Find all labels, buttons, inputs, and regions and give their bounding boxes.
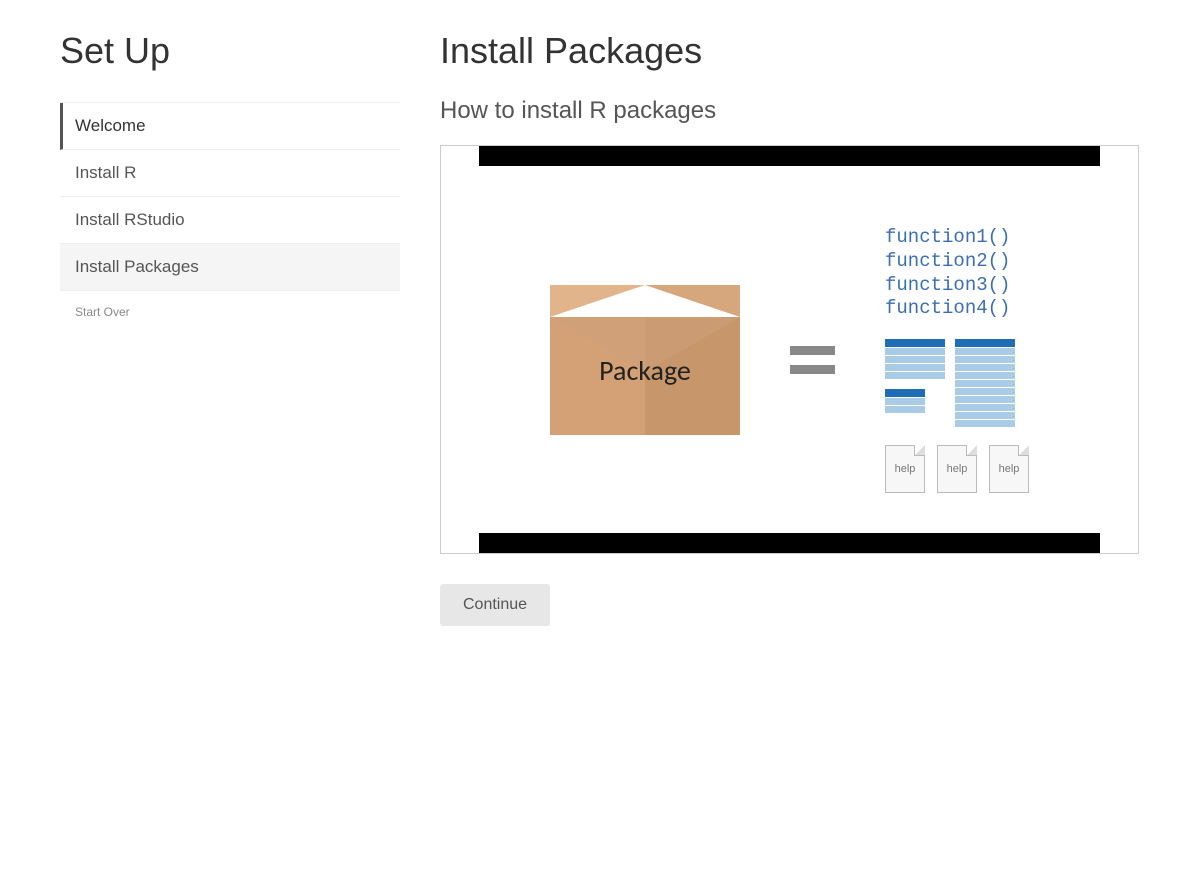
package-box-illustration: Package [550, 285, 740, 435]
mini-table-icon [955, 339, 1015, 427]
help-file-icon: help [937, 445, 977, 493]
mini-table-icon [885, 339, 945, 379]
function-item: function1() [885, 226, 1010, 250]
function-list: function1() function2() function3() func… [885, 226, 1010, 321]
data-tables-illustration [885, 339, 1015, 427]
help-file-icon: help [885, 445, 925, 493]
sidebar: Set Up Welcome Install R Install RStudio… [60, 30, 400, 626]
main-content: Install Packages How to install R packag… [440, 30, 1139, 626]
video-frame[interactable]: Package function1() function2() function… [440, 145, 1139, 554]
page-subtitle: How to install R packages [440, 97, 1139, 125]
page-title: Install Packages [440, 30, 1139, 72]
help-files-illustration: help help help [885, 445, 1029, 493]
sidebar-title: Set Up [60, 30, 400, 72]
video-slide: Package function1() function2() function… [479, 146, 1100, 553]
nav-list: Welcome Install R Install RStudio Instal… [60, 102, 400, 291]
continue-button[interactable]: Continue [440, 584, 550, 626]
help-file-icon: help [989, 445, 1029, 493]
equals-icon [790, 346, 835, 374]
package-box-label: Package [550, 353, 740, 388]
video-letterbox-top [479, 146, 1100, 166]
mini-table-icon [885, 389, 925, 413]
function-item: function2() [885, 250, 1010, 274]
nav-item-install-r[interactable]: Install R [60, 150, 400, 197]
video-letterbox-bottom [479, 533, 1100, 553]
function-item: function4() [885, 297, 1010, 321]
nav-item-welcome[interactable]: Welcome [60, 103, 400, 150]
function-item: function3() [885, 274, 1010, 298]
nav-item-install-packages[interactable]: Install Packages [60, 244, 400, 291]
package-contents: function1() function2() function3() func… [885, 226, 1029, 493]
start-over-link[interactable]: Start Over [60, 291, 400, 333]
nav-item-install-rstudio[interactable]: Install RStudio [60, 197, 400, 244]
